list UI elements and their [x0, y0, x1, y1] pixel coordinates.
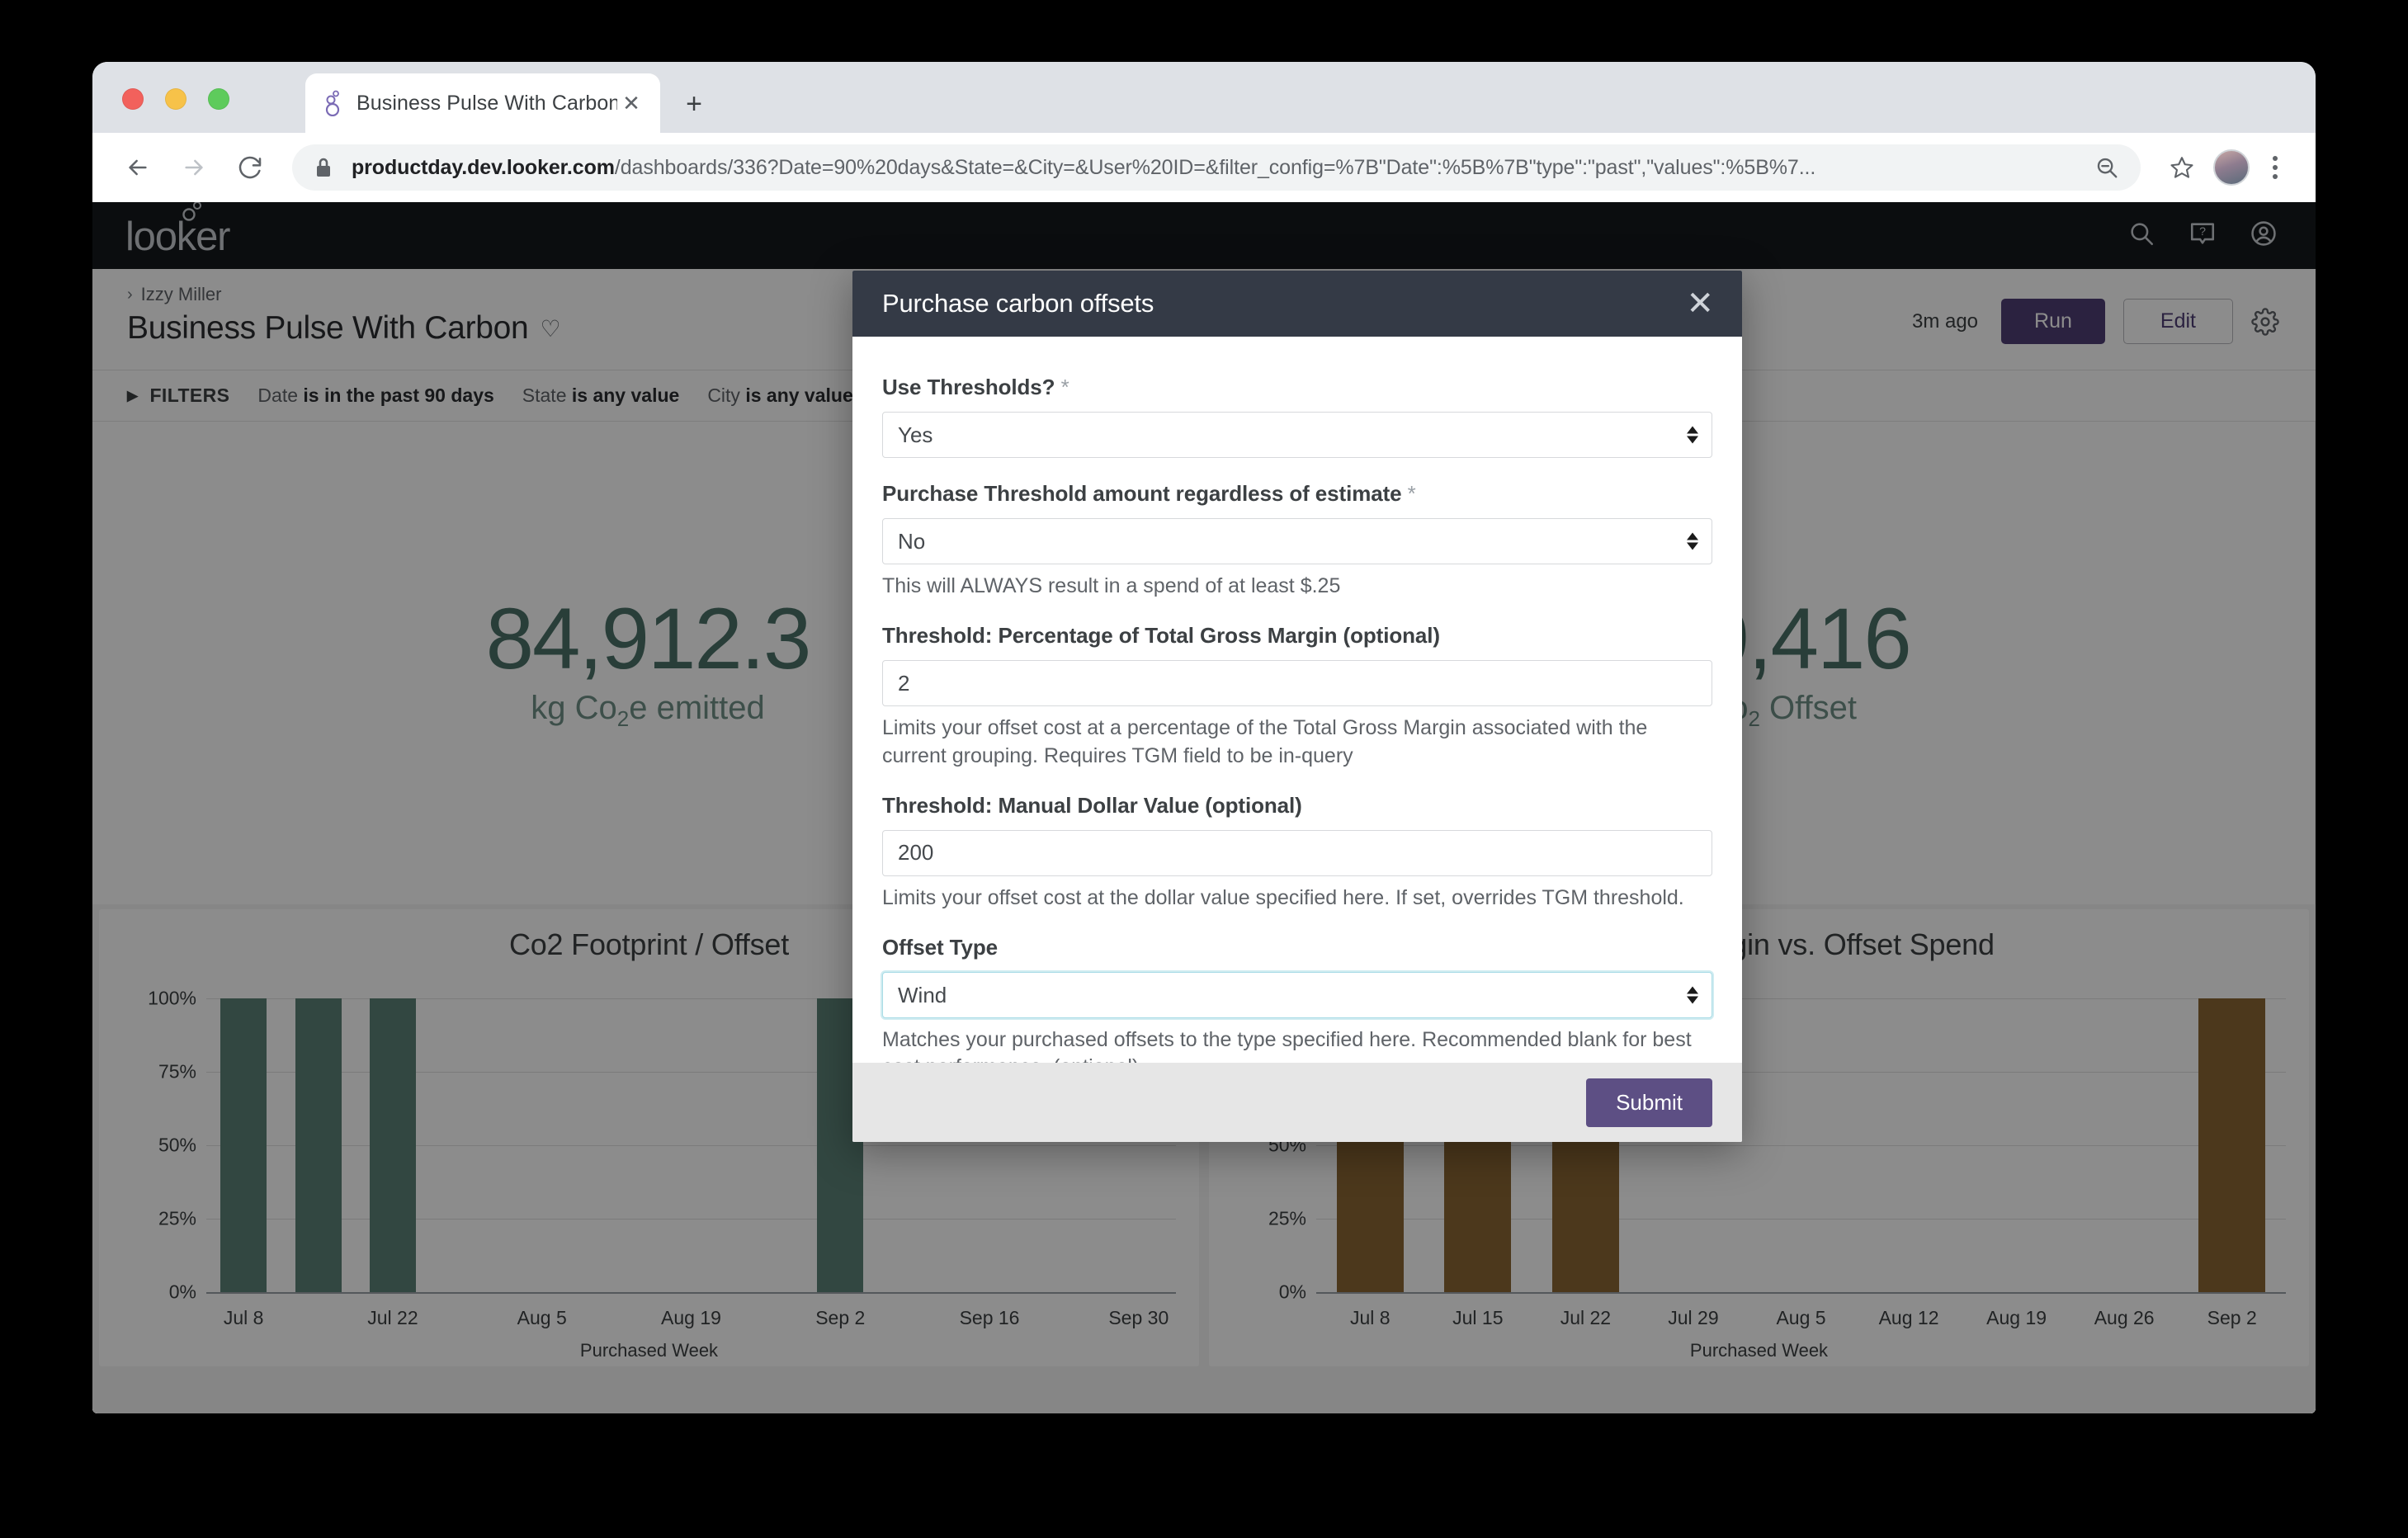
reload-icon[interactable] — [228, 145, 272, 190]
browser-toolbar: productday.dev.looker.com/dashboards/336… — [92, 133, 2316, 202]
looker-favicon-icon — [320, 90, 345, 116]
field-label: Purchase Threshold amount regardless of … — [882, 481, 1712, 507]
submit-button[interactable]: Submit — [1586, 1078, 1712, 1127]
field-offset-type: Offset Type Wind Matches your purchased … — [882, 935, 1712, 1063]
dialog-footer: Submit — [852, 1063, 1742, 1142]
field-helper-text: Matches your purchased offsets to the ty… — [882, 1026, 1712, 1063]
dialog-body: Use Thresholds? * Yes Purchase Threshold… — [852, 337, 1742, 1063]
input-value: 2 — [898, 671, 909, 696]
star-icon[interactable] — [2162, 148, 2202, 187]
lock-icon — [314, 156, 333, 179]
zoom-out-icon[interactable] — [2078, 155, 2119, 180]
browser-window: Business Pulse With Carbon ✕ + productda… — [92, 62, 2316, 1413]
manual-dollar-value-input[interactable]: 200 — [882, 830, 1712, 876]
purchase-threshold-select[interactable]: No — [882, 518, 1712, 564]
field-helper-text: This will ALWAYS result in a spend of at… — [882, 573, 1712, 600]
tab-strip: Business Pulse With Carbon ✕ + — [92, 62, 2316, 133]
close-icon[interactable]: ✕ — [617, 89, 645, 117]
chevron-updown-icon — [1687, 987, 1698, 1004]
field-helper-text: Limits your offset cost at the dollar va… — [882, 885, 1712, 912]
address-bar-host: productday.dev.looker.com — [352, 156, 615, 179]
maximize-window-button[interactable] — [208, 88, 229, 110]
field-tgm-percentage: Threshold: Percentage of Total Gross Mar… — [882, 623, 1712, 770]
field-helper-text: Limits your offset cost at a percentage … — [882, 715, 1712, 770]
field-purchase-threshold: Purchase Threshold amount regardless of … — [882, 481, 1712, 600]
field-label: Threshold: Percentage of Total Gross Mar… — [882, 623, 1712, 649]
close-icon[interactable]: ✕ — [1686, 287, 1714, 320]
field-use-thresholds: Use Thresholds? * Yes — [882, 375, 1712, 458]
tab-title: Business Pulse With Carbon — [356, 92, 617, 116]
minimize-window-button[interactable] — [165, 88, 187, 110]
plus-icon[interactable]: + — [678, 88, 710, 120]
address-bar[interactable]: productday.dev.looker.com/dashboards/336… — [292, 144, 2141, 191]
field-label: Offset Type — [882, 935, 1712, 960]
chevron-updown-icon — [1687, 427, 1698, 444]
back-arrow-icon[interactable] — [116, 145, 160, 190]
field-label: Use Thresholds? * — [882, 375, 1712, 400]
chevron-updown-icon — [1687, 533, 1698, 550]
field-label: Threshold: Manual Dollar Value (optional… — [882, 793, 1712, 819]
dialog-title: Purchase carbon offsets — [882, 289, 1154, 318]
address-bar-path: /dashboards/336?Date=90%20days&State=&Ci… — [615, 156, 1815, 179]
use-thresholds-select[interactable]: Yes — [882, 412, 1712, 458]
input-value: 200 — [898, 840, 933, 866]
select-value: No — [898, 529, 925, 554]
window-traffic-lights — [122, 88, 229, 110]
forward-arrow-icon[interactable] — [172, 145, 216, 190]
required-marker: * — [1061, 375, 1069, 399]
purchase-carbon-offsets-dialog: Purchase carbon offsets ✕ Use Thresholds… — [852, 271, 1742, 1142]
address-bar-url: productday.dev.looker.com/dashboards/336… — [352, 156, 1815, 180]
close-window-button[interactable] — [122, 88, 144, 110]
select-value: Wind — [898, 983, 947, 1008]
required-marker: * — [1408, 481, 1416, 506]
kebab-menu-icon[interactable] — [2263, 156, 2288, 179]
tgm-percentage-input[interactable]: 2 — [882, 660, 1712, 706]
select-value: Yes — [898, 422, 933, 448]
offset-type-select[interactable]: Wind — [882, 972, 1712, 1018]
browser-tab[interactable]: Business Pulse With Carbon ✕ — [305, 73, 660, 133]
field-manual-dollar-value: Threshold: Manual Dollar Value (optional… — [882, 793, 1712, 912]
profile-avatar[interactable] — [2213, 149, 2250, 186]
dialog-header: Purchase carbon offsets ✕ — [852, 271, 1742, 337]
